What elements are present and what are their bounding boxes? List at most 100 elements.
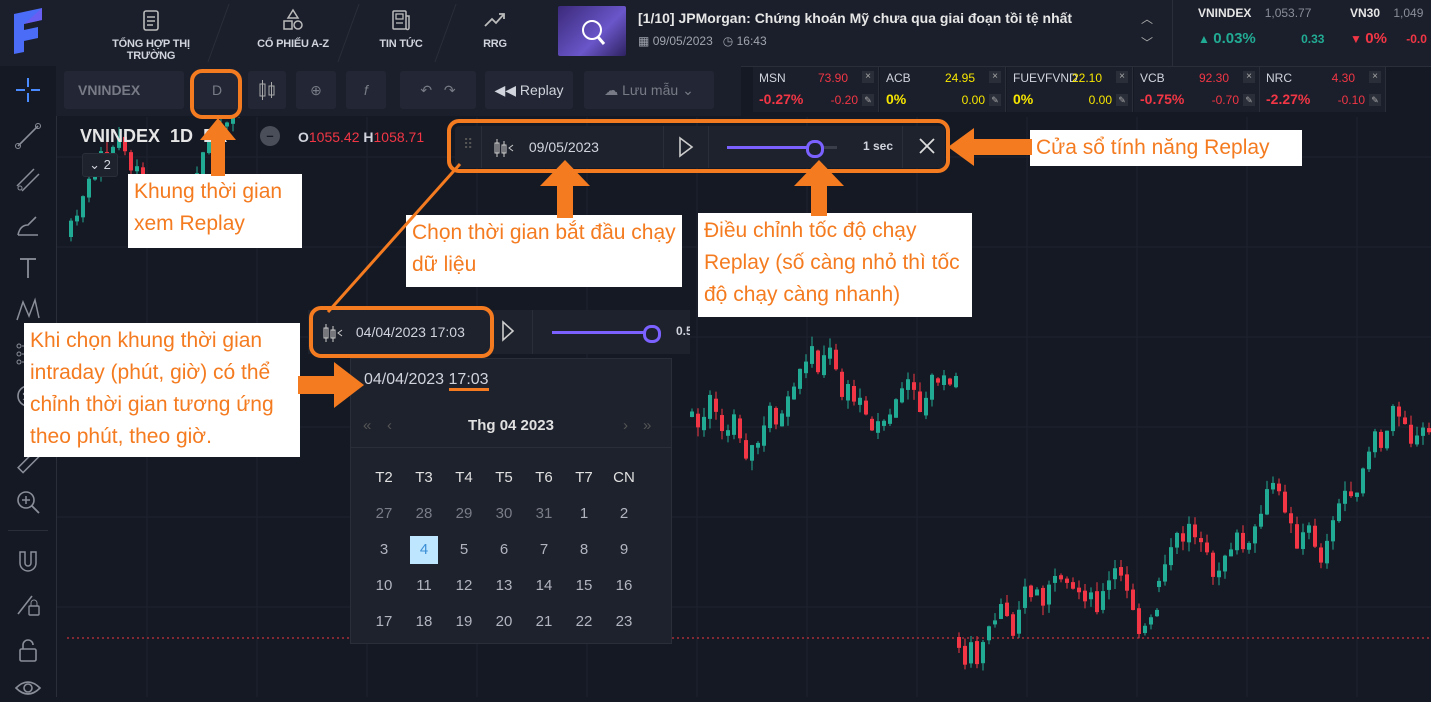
remove-icon[interactable]: ×: [989, 71, 1001, 83]
next-month-button[interactable]: ›: [623, 417, 628, 434]
hide-legend-button[interactable]: –: [260, 126, 280, 146]
speed-slider[interactable]: [552, 325, 661, 343]
candle: [852, 386, 856, 402]
next-year-button[interactable]: »: [643, 417, 651, 434]
calendar-day[interactable]: 14: [524, 571, 564, 601]
calendar-day[interactable]: 11: [404, 571, 444, 601]
calendar-day-selected[interactable]: 4: [410, 536, 438, 564]
calendar-day[interactable]: 20: [484, 607, 524, 637]
calendar-day[interactable]: 18: [404, 607, 444, 637]
candle: [1421, 427, 1425, 436]
calendar-day[interactable]: 15: [564, 571, 604, 601]
picker-time[interactable]: 17:03: [448, 371, 489, 391]
remove-icon[interactable]: ×: [1369, 71, 1381, 83]
nav-rrg[interactable]: RRG: [440, 6, 550, 62]
calendar-grid: T2 T3 T4 T5 T6 T7 CN 27 28 29 30 31 1 2 3 4 5 6 7 8 9 10 11 12 1…: [364, 463, 658, 643]
remove-icon[interactable]: ×: [1243, 71, 1255, 83]
calendar-day[interactable]: 5: [444, 535, 484, 565]
candle: [81, 196, 85, 218]
candle: [1343, 490, 1347, 504]
index-vnindex[interactable]: VNINDEX 1,053.77 ▲ 0.03% 0.33: [1198, 6, 1348, 47]
edit-icon[interactable]: ✎: [1116, 94, 1128, 106]
candle: [1017, 609, 1021, 634]
edit-icon[interactable]: ✎: [862, 94, 874, 106]
chart-type-button[interactable]: [248, 71, 286, 109]
nav-stocks-az[interactable]: CỔ PHIẾU A-Z: [238, 6, 348, 62]
calendar-day[interactable]: 13: [484, 571, 524, 601]
magnifier-icon: [582, 20, 606, 45]
calendar-day[interactable]: 8: [564, 535, 604, 565]
symbol-search-button[interactable]: VNINDEX: [64, 71, 184, 109]
candle: [1367, 451, 1371, 470]
app-logo[interactable]: [10, 8, 46, 56]
trendline-icon[interactable]: [14, 122, 42, 150]
watchlist-card[interactable]: ACB 24.95 0% 0.00 × ✎: [880, 67, 1006, 112]
fx-icon: f: [364, 82, 368, 98]
watchlist-card[interactable]: VCB 92.30 -0.75% -0.70 × ✎: [1134, 67, 1260, 112]
news-prev-button[interactable]: ︿: [1138, 10, 1156, 28]
lock-drawing-icon[interactable]: [14, 590, 42, 618]
calendar-day[interactable]: 31: [524, 499, 564, 529]
index-vn30[interactable]: VN30 1,049 ▼ 0% -0.0: [1350, 6, 1431, 47]
candle: [876, 421, 880, 433]
crosshair-icon[interactable]: [14, 76, 42, 104]
calendar-day[interactable]: 7: [524, 535, 564, 565]
calendar-day[interactable]: 16: [604, 571, 644, 601]
calendar-day[interactable]: 10: [364, 571, 404, 601]
watchlist-card[interactable]: NRC 4.30 -2.27% -0.10 × ✎: [1260, 67, 1386, 112]
calendar-day[interactable]: 28: [404, 499, 444, 529]
calendar-day[interactable]: 30: [484, 499, 524, 529]
pattern-icon[interactable]: [14, 296, 42, 324]
candle: [1271, 482, 1275, 490]
calendar-day[interactable]: 1: [564, 499, 604, 529]
magnet-icon[interactable]: [14, 548, 42, 576]
calendar-day[interactable]: 23: [604, 607, 644, 637]
collapse-indicators-button[interactable]: ⌄ 2: [82, 153, 118, 177]
text-icon[interactable]: [14, 254, 42, 282]
zoom-in-icon[interactable]: [14, 488, 42, 516]
watchlist-card[interactable]: FUEVFVND 22.10 0% 0.00 × ✎: [1007, 67, 1133, 112]
fx-button[interactable]: f: [346, 71, 386, 109]
edit-icon[interactable]: ✎: [1369, 94, 1381, 106]
unlock-icon[interactable]: [14, 636, 42, 664]
replay-button[interactable]: ◀◀ Replay: [485, 71, 573, 109]
calendar-day[interactable]: 27: [364, 499, 404, 529]
save-template-button[interactable]: ☁ Lưu mẫu ⌄: [584, 71, 714, 109]
chevron-down-icon: ⌄: [682, 82, 694, 98]
speed-slider-knob[interactable]: [643, 325, 661, 343]
calendar-day[interactable]: 9: [604, 535, 644, 565]
picker-input[interactable]: 04/04/2023 17:03: [364, 371, 489, 391]
candle: [726, 430, 730, 436]
news-headline[interactable]: [1/10] JPMorgan: Chứng khoán Mỹ chưa qua…: [638, 10, 1072, 26]
fib-icon[interactable]: [14, 166, 42, 194]
calendar-day[interactable]: 29: [444, 499, 484, 529]
candle: [1193, 524, 1197, 538]
remove-icon[interactable]: ×: [1116, 71, 1128, 83]
edit-icon[interactable]: ✎: [989, 94, 1001, 106]
undo-redo-button[interactable]: ↶ ↷: [400, 71, 476, 109]
calendar-day[interactable]: 19: [444, 607, 484, 637]
nav-market-summary[interactable]: TỔNG HỢP THỊ TRƯỜNG: [96, 6, 206, 62]
calendar-day[interactable]: 17: [364, 607, 404, 637]
calendar-day[interactable]: 2: [604, 499, 644, 529]
divider: [532, 310, 533, 354]
news-ticker[interactable]: [1/10] JPMorgan: Chứng khoán Mỹ chưa qua…: [558, 6, 1164, 58]
calendar-day[interactable]: 21: [524, 607, 564, 637]
news-next-button[interactable]: ﹀: [1138, 34, 1156, 52]
calendar-day[interactable]: 6: [484, 535, 524, 565]
candle: [708, 394, 712, 419]
weekday-label: T5: [495, 469, 513, 486]
calendar-day[interactable]: 22: [564, 607, 604, 637]
brush-icon[interactable]: [14, 211, 42, 239]
candle: [1083, 590, 1087, 602]
indicator-button[interactable]: ⊕: [296, 71, 336, 109]
watchlist-card[interactable]: MSN 73.90 -0.27% -0.20 × ✎: [753, 67, 879, 112]
calendar-day[interactable]: 3: [364, 535, 404, 565]
play-button[interactable]: [498, 319, 520, 343]
remove-icon[interactable]: ×: [862, 71, 874, 83]
watch-pct: 0%: [886, 91, 907, 107]
candle: [1095, 591, 1099, 613]
eye-icon[interactable]: [14, 674, 42, 702]
calendar-day[interactable]: 12: [444, 571, 484, 601]
edit-icon[interactable]: ✎: [1243, 94, 1255, 106]
